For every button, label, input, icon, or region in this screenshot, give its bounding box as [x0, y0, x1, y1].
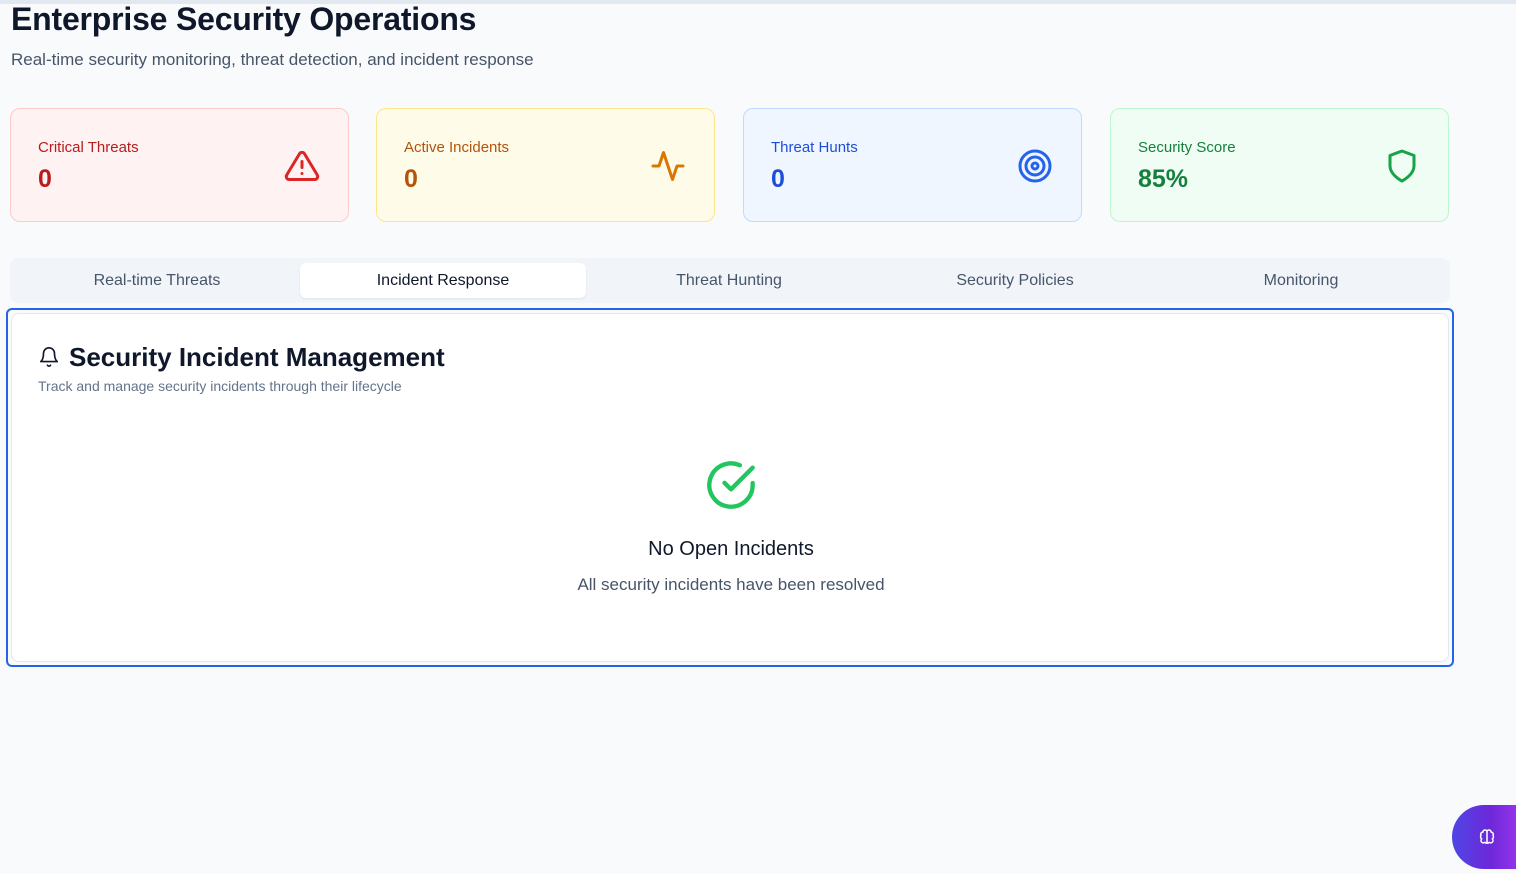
shield-icon: [1384, 148, 1420, 184]
empty-state: No Open Incidents All security incidents…: [12, 459, 1450, 595]
empty-state-title: No Open Incidents: [648, 538, 814, 560]
activity-icon: [650, 148, 686, 184]
panel-description: Track and manage security incidents thro…: [38, 378, 402, 394]
stat-card-security-score: Security Score 85%: [1110, 108, 1449, 222]
stat-card-critical-threats: Critical Threats 0: [10, 108, 349, 222]
brain-icon: [1478, 828, 1496, 846]
check-circle-icon: [705, 459, 757, 511]
ai-assistant-button[interactable]: [1452, 805, 1516, 869]
empty-state-subtitle: All security incidents have been resolve…: [577, 575, 885, 594]
tab-threat-hunting[interactable]: Threat Hunting: [586, 263, 872, 298]
panel-title: Security Incident Management: [69, 342, 445, 372]
panel-header: Security Incident Management: [38, 342, 445, 372]
tab-security-policies[interactable]: Security Policies: [872, 263, 1158, 298]
page-title: Enterprise Security Operations: [11, 1, 477, 37]
tab-real-time-threats[interactable]: Real-time Threats: [14, 263, 300, 298]
tab-incident-response[interactable]: Incident Response: [300, 263, 586, 298]
alert-triangle-icon: [284, 148, 320, 184]
stat-label: Security Score: [1138, 139, 1236, 156]
stats-row: Critical Threats 0 Active Incidents 0 Th…: [10, 108, 1450, 222]
page-subtitle: Real-time security monitoring, threat de…: [11, 50, 534, 69]
target-icon: [1017, 148, 1053, 184]
incident-management-panel: Security Incident Management Track and m…: [11, 313, 1449, 662]
stat-value: 0: [771, 165, 785, 193]
stat-value: 0: [38, 165, 52, 193]
stat-label: Active Incidents: [404, 139, 510, 156]
stat-label: Critical Threats: [38, 139, 139, 156]
bell-icon: [38, 346, 60, 368]
stat-card-threat-hunts: Threat Hunts 0: [743, 108, 1082, 222]
tab-list: Real-time Threats Incident Response Thre…: [10, 258, 1450, 303]
tab-monitoring[interactable]: Monitoring: [1158, 263, 1444, 298]
stat-card-active-incidents: Active Incidents 0: [376, 108, 715, 222]
stat-value: 85%: [1138, 165, 1189, 193]
stat-value: 0: [404, 165, 418, 193]
stat-label: Threat Hunts: [771, 139, 858, 156]
